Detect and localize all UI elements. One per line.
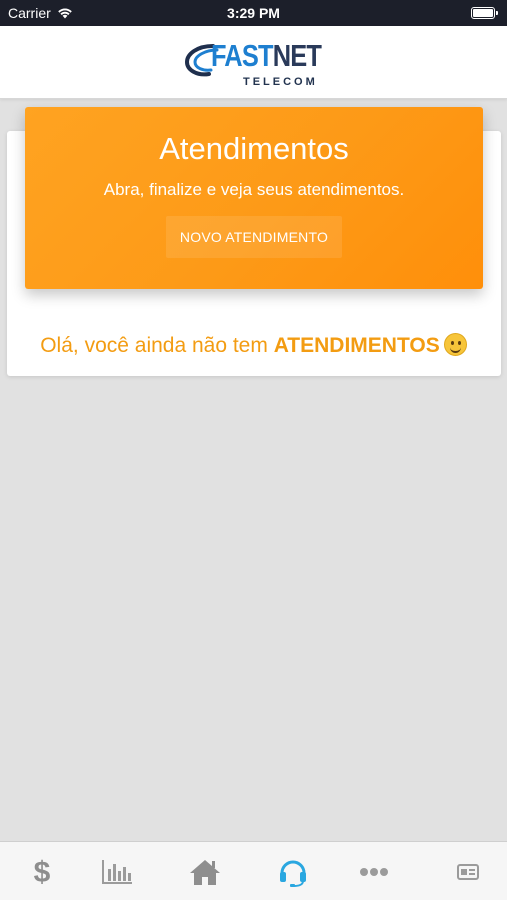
tab-inicio[interactable] xyxy=(163,842,247,900)
more-icon xyxy=(360,867,388,876)
status-bar: Carrier 3:29 PM xyxy=(0,0,507,26)
tab-consumo[interactable] xyxy=(75,842,159,900)
empty-state-text: Olá, você ainda não tem xyxy=(40,334,274,357)
tab-perfil[interactable] xyxy=(426,842,507,900)
empty-state-highlight: ATENDIMENTOS xyxy=(273,334,440,357)
home-icon xyxy=(190,859,220,885)
app-header: FASTNET TELECOM xyxy=(0,26,507,99)
atendimentos-hero: Atendimentos Abra, finalize e veja seus … xyxy=(25,107,483,289)
tab-atendimentos[interactable] xyxy=(251,842,335,900)
tab-financeiro[interactable]: $ xyxy=(0,842,84,900)
tab-mais[interactable] xyxy=(332,842,416,900)
smiley-icon xyxy=(443,333,467,356)
logo-fast: FAST xyxy=(211,38,274,73)
battery-icon xyxy=(471,7,498,19)
empty-state-message: Olá, você ainda não tem ATENDIMENTOS xyxy=(0,333,507,358)
headset-icon xyxy=(280,860,306,887)
logo-wordmark: FASTNET xyxy=(211,38,322,74)
logo-subtitle: TELECOM xyxy=(243,76,318,88)
hero-title: Atendimentos xyxy=(159,131,349,166)
novo-atendimento-button[interactable]: NOVO ATENDIMENTO xyxy=(166,216,342,258)
bar-chart-icon xyxy=(102,859,132,884)
status-time: 3:29 PM xyxy=(227,5,280,21)
fastnet-logo: FASTNET TELECOM xyxy=(183,36,328,92)
dollar-icon: $ xyxy=(34,856,51,888)
svg-text:$: $ xyxy=(34,856,51,888)
id-card-icon xyxy=(457,863,479,880)
tab-bar: $ xyxy=(0,841,507,900)
hero-subtitle: Abra, finalize e veja seus atendimentos. xyxy=(103,180,405,199)
logo-net: NET xyxy=(272,38,322,73)
